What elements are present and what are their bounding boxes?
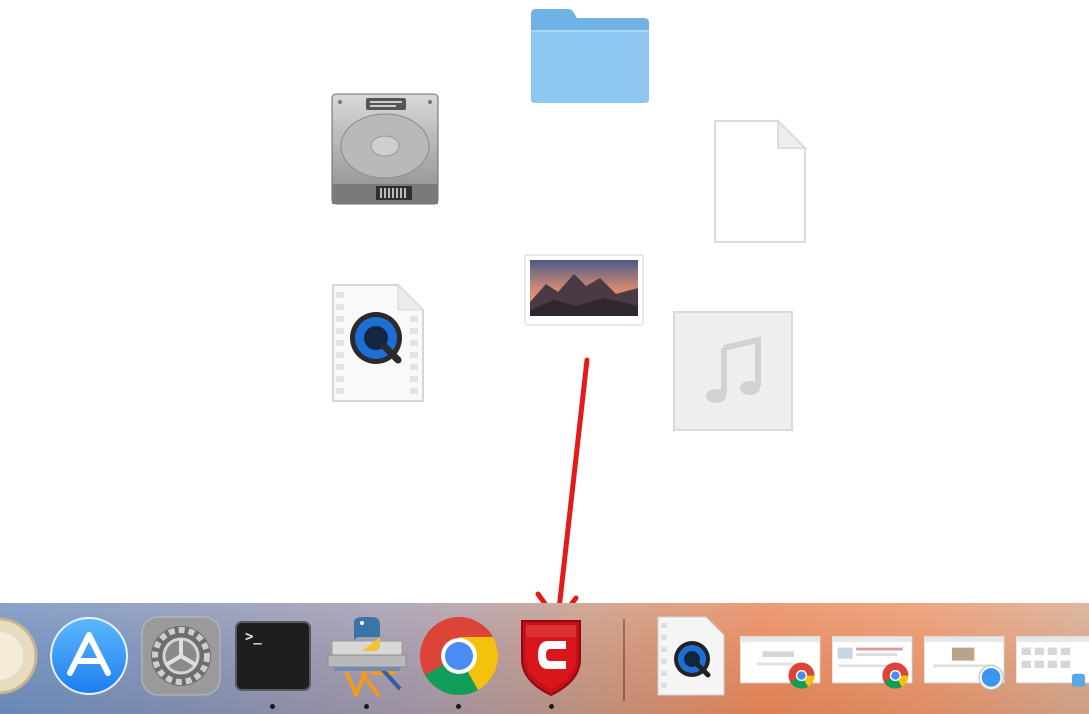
annotation-arrow [535, 357, 590, 625]
running-indicator-terminal [270, 704, 275, 709]
running-indicator-comodo [549, 704, 554, 709]
python-launcher-icon[interactable] [326, 615, 408, 697]
chrome-window-thumbnail-1[interactable] [740, 615, 822, 697]
system-preferences-icon[interactable] [140, 615, 222, 697]
hard-drive-icon[interactable] [328, 92, 442, 206]
dock: >_ [0, 603, 1089, 714]
chrome-icon[interactable] [418, 615, 500, 697]
folder-icon[interactable] [528, 6, 652, 106]
quicktime-document-thumbnail[interactable] [648, 615, 730, 697]
chrome-window-thumbnail-2[interactable] [832, 615, 914, 697]
app-store-icon[interactable] [48, 615, 130, 697]
blank-document-icon[interactable] [712, 118, 808, 246]
comodo-antivirus-icon[interactable] [510, 615, 592, 697]
partial-app-icon[interactable] [0, 615, 40, 697]
terminal-icon[interactable]: >_ [232, 615, 314, 697]
running-indicator-python-launcher [364, 704, 369, 709]
desktop-picture-icon[interactable] [524, 254, 644, 326]
quicktime-movie-icon[interactable] [330, 282, 426, 404]
dock-separator [623, 619, 625, 701]
terminal-icon-frame: >_ [235, 621, 311, 691]
window-thumbnail-partial[interactable] [1016, 615, 1089, 697]
music-file-icon[interactable] [672, 310, 794, 432]
safari-window-thumbnail[interactable] [924, 615, 1006, 697]
running-indicator-chrome [456, 704, 461, 709]
terminal-prompt: >_ [245, 629, 262, 645]
